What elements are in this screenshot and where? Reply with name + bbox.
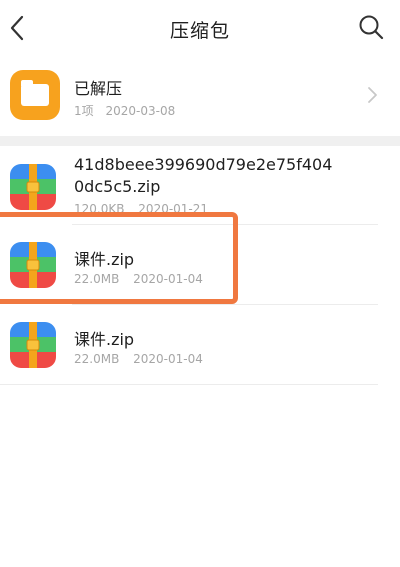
file-name: 41d8beee399690d79e2e75f404 0dc5c5.zip bbox=[74, 154, 332, 198]
file-size: 120.0KB bbox=[74, 202, 125, 214]
extracted-folder-row[interactable]: 已解压 1项 2020-03-08 bbox=[0, 60, 400, 134]
file-date: 2020-01-04 bbox=[133, 352, 203, 366]
search-button[interactable] bbox=[356, 12, 386, 42]
zip-archive-icon bbox=[10, 322, 56, 368]
zip-archive-icon bbox=[10, 242, 56, 288]
file-meta: 22.0MB 2020-01-04 bbox=[74, 352, 203, 366]
file-row[interactable]: 课件.zip 22.0MB 2020-01-04 bbox=[0, 306, 400, 384]
file-size: 22.0MB bbox=[74, 352, 120, 366]
chevron-right-icon bbox=[368, 87, 377, 103]
folder-meta: 1项 2020-03-08 bbox=[74, 102, 175, 119]
file-name: 课件.zip bbox=[74, 250, 135, 269]
file-meta: 22.0MB 2020-01-04 bbox=[74, 272, 203, 286]
file-name: 课件.zip bbox=[74, 330, 135, 349]
file-name-line2: 0dc5c5.zip bbox=[74, 177, 161, 196]
page-title: 压缩包 bbox=[169, 20, 230, 42]
file-name-line1: 41d8beee399690d79e2e75f404 bbox=[74, 155, 333, 174]
folder-name: 已解压 bbox=[74, 79, 123, 98]
folder-icon bbox=[10, 70, 60, 120]
file-date: 2020-01-04 bbox=[133, 272, 203, 286]
file-size: 22.0MB bbox=[74, 272, 120, 286]
file-row[interactable]: 41d8beee399690d79e2e75f404 0dc5c5.zip 12… bbox=[0, 146, 400, 224]
compressed-files-screen: 压缩包 已解压 1项 2020-03-08 41d8beee399690d79e… bbox=[0, 0, 400, 567]
folder-date: 2020-03-08 bbox=[105, 104, 176, 118]
section-divider bbox=[0, 136, 400, 146]
top-bar: 压缩包 bbox=[0, 0, 400, 58]
row-divider bbox=[72, 304, 378, 305]
row-divider bbox=[0, 384, 378, 385]
zip-archive-icon bbox=[10, 164, 56, 210]
file-date: 2020-01-21 bbox=[138, 202, 209, 214]
search-icon bbox=[359, 15, 384, 40]
file-meta: 120.0KB 2020-01-21 bbox=[74, 202, 208, 214]
folder-count: 1项 bbox=[74, 104, 94, 118]
row-divider bbox=[72, 224, 378, 225]
file-row[interactable]: 课件.zip 22.0MB 2020-01-04 bbox=[0, 226, 400, 304]
